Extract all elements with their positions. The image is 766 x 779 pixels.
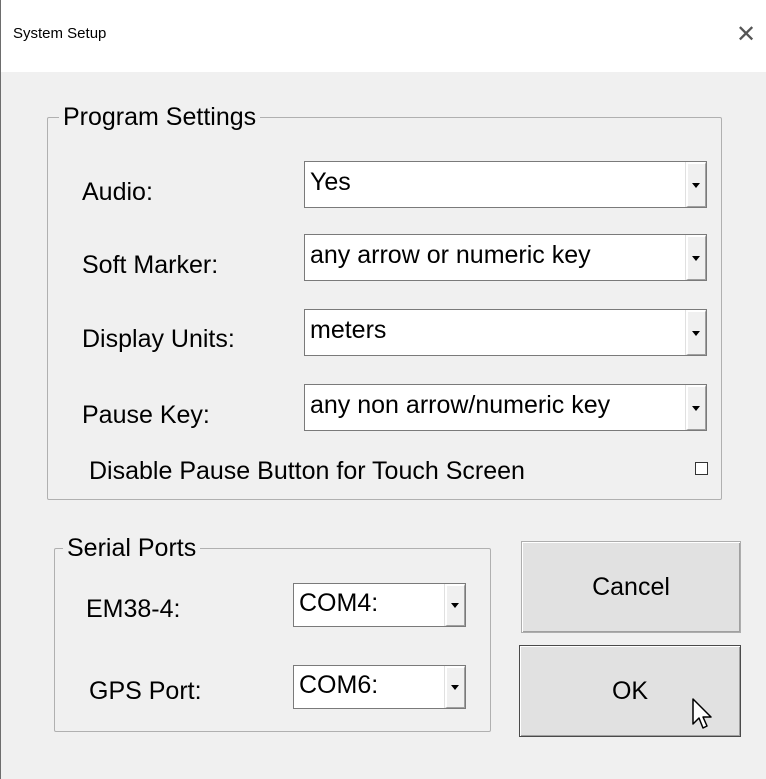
chevron-down-icon[interactable] (444, 584, 466, 626)
gps-port-select[interactable]: COM6: (293, 665, 466, 709)
soft-marker-value: any arrow or numeric key (310, 241, 591, 269)
em38-label: EM38-4: (86, 595, 181, 623)
window-title: System Setup (13, 25, 107, 42)
close-icon: ✕ (735, 20, 757, 48)
title-bar[interactable]: System Setup ✕ (1, 0, 766, 72)
em38-port-value: COM4: (299, 589, 379, 617)
pause-key-label: Pause Key: (82, 401, 210, 429)
mouse-pointer-icon (692, 698, 712, 729)
cancel-button[interactable]: Cancel (521, 541, 741, 633)
chevron-down-icon[interactable] (685, 310, 707, 355)
audio-select[interactable]: Yes (304, 161, 707, 208)
disable-pause-label: Disable Pause Button for Touch Screen (89, 457, 525, 485)
chevron-down-icon[interactable] (685, 235, 707, 280)
display-units-label: Display Units: (82, 325, 235, 353)
display-units-value: meters (310, 316, 387, 344)
program-settings-legend: Program Settings (59, 103, 261, 131)
display-units-select[interactable]: meters (304, 309, 707, 356)
em38-port-select[interactable]: COM4: (293, 583, 466, 627)
gps-port-label: GPS Port: (89, 677, 202, 705)
audio-value: Yes (310, 168, 351, 196)
chevron-down-icon[interactable] (444, 666, 466, 708)
serial-ports-legend: Serial Ports (63, 534, 201, 562)
gps-port-value: COM6: (299, 671, 379, 699)
soft-marker-select[interactable]: any arrow or numeric key (304, 234, 707, 281)
pause-key-value: any non arrow/numeric key (310, 391, 611, 419)
system-setup-dialog: System Setup ✕ Program Settings Audio: Y… (0, 0, 766, 779)
close-button[interactable]: ✕ (725, 14, 766, 54)
pause-key-select[interactable]: any non arrow/numeric key (304, 384, 707, 431)
chevron-down-icon[interactable] (685, 162, 707, 207)
chevron-down-icon[interactable] (685, 385, 707, 430)
disable-pause-checkbox[interactable] (695, 462, 708, 475)
soft-marker-label: Soft Marker: (82, 251, 219, 279)
audio-label: Audio: (82, 178, 153, 206)
